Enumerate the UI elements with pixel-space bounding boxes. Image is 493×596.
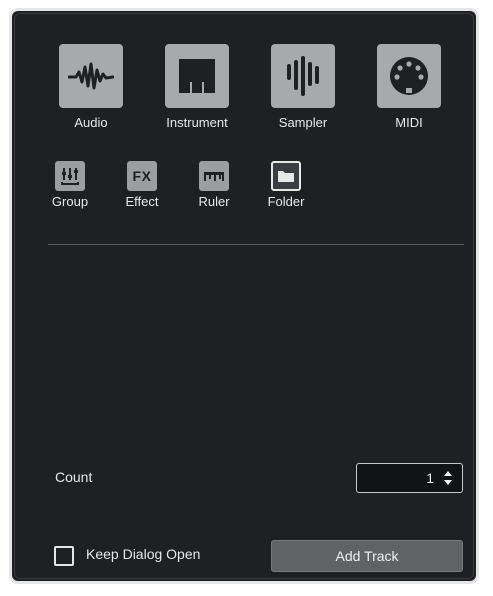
fx-icon-text: FX — [132, 168, 152, 184]
count-label: Count — [55, 469, 93, 485]
count-stepper[interactable]: 1 — [356, 463, 463, 493]
group-faders-icon — [55, 161, 85, 191]
sampler-bars-icon — [271, 44, 335, 108]
add-track-button[interactable]: Add Track — [271, 540, 463, 572]
track-type-label: Instrument — [166, 115, 228, 130]
track-type-folder[interactable]: Folder — [254, 161, 318, 221]
section-divider — [48, 244, 464, 245]
track-type-instrument[interactable]: Instrument — [148, 44, 246, 144]
track-type-sampler[interactable]: Sampler — [254, 44, 352, 144]
track-type-group[interactable]: Group — [38, 161, 102, 221]
track-type-label: Ruler — [198, 194, 230, 209]
track-type-label: Folder — [267, 194, 305, 209]
track-type-ruler[interactable]: Ruler — [182, 161, 246, 221]
keep-dialog-open-checkbox[interactable] — [54, 546, 74, 566]
count-value[interactable]: 1 — [426, 470, 434, 486]
track-type-audio[interactable]: Audio — [42, 44, 140, 144]
spinner-arrows-icon[interactable] — [442, 469, 454, 487]
piano-keys-icon — [165, 44, 229, 108]
fx-icon: FX — [127, 161, 157, 191]
track-type-label: Effect — [125, 194, 159, 209]
track-type-label: Audio — [74, 115, 108, 130]
keep-dialog-open-label[interactable]: Keep Dialog Open — [86, 546, 200, 562]
add-track-dialog: Audio Instrument Sampler MIDI Group FX E… — [9, 8, 479, 584]
track-type-effect[interactable]: FX Effect — [110, 161, 174, 221]
track-type-midi[interactable]: MIDI — [360, 44, 458, 144]
midi-connector-icon — [377, 44, 441, 108]
ruler-icon — [199, 161, 229, 191]
folder-icon — [271, 161, 301, 191]
track-type-label: Sampler — [278, 115, 328, 130]
track-type-label: Group — [51, 194, 89, 209]
audio-waveform-icon — [59, 44, 123, 108]
track-type-label: MIDI — [395, 115, 423, 130]
